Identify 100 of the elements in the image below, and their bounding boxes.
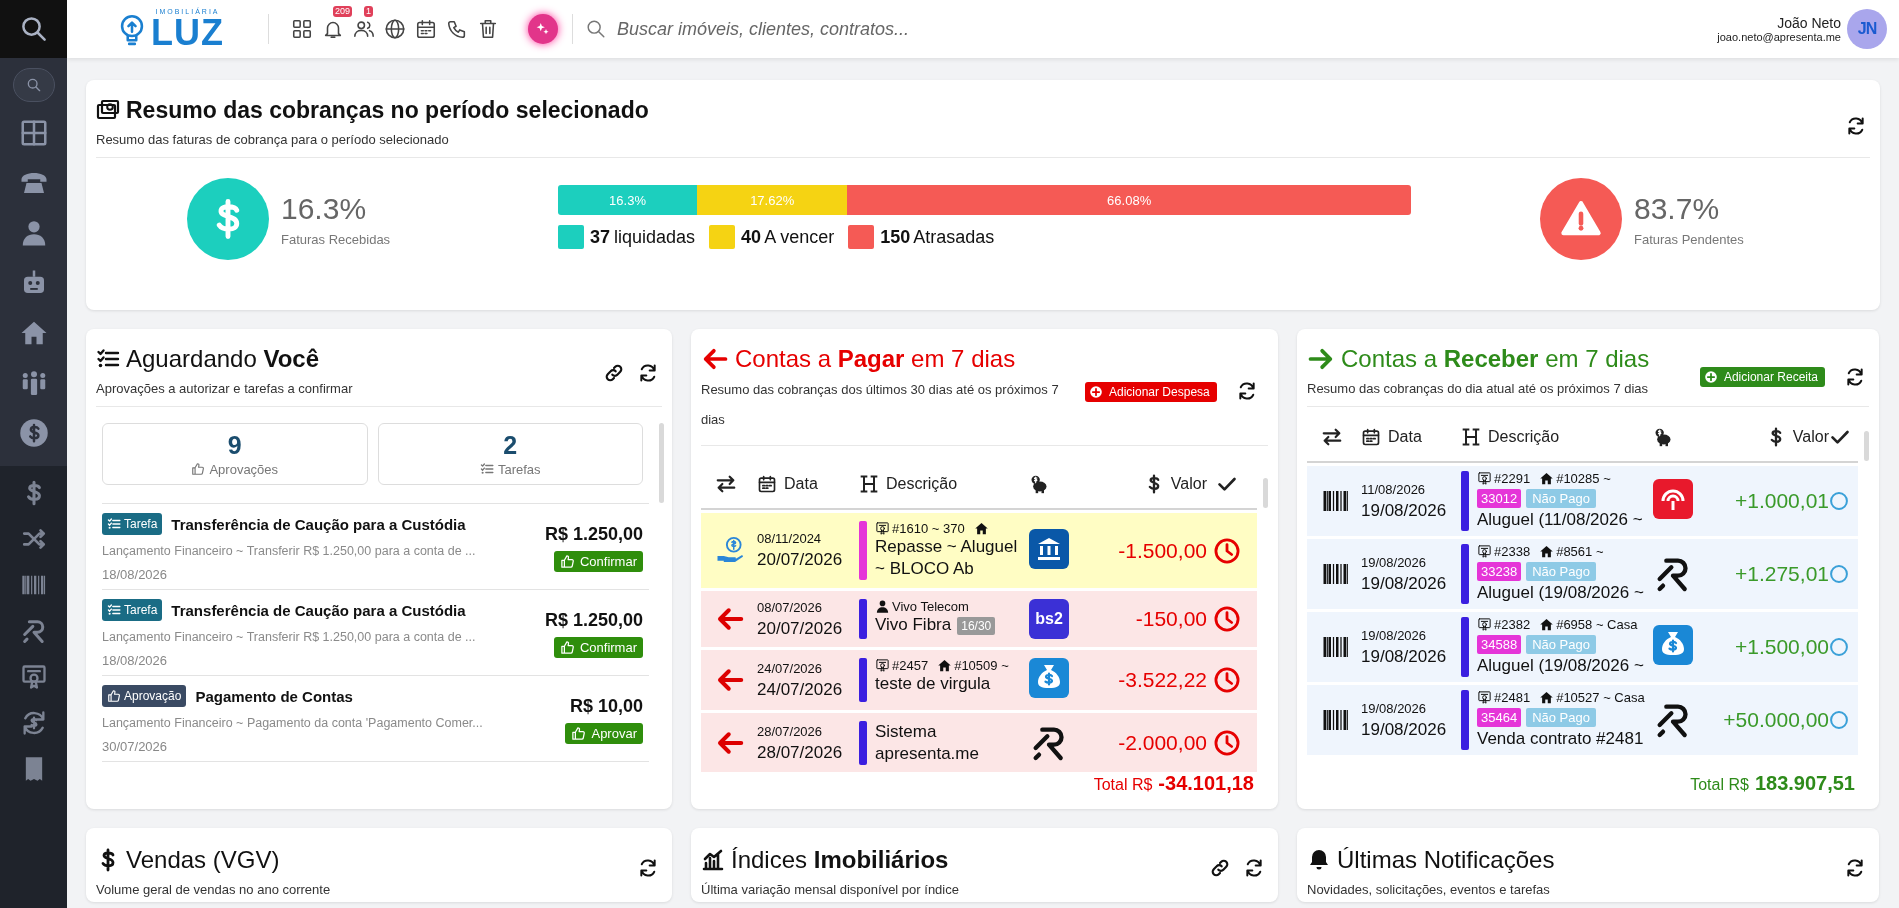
sparkle-button[interactable]: [528, 14, 558, 44]
card-title: Índices Imobiliários: [731, 845, 949, 875]
card-subtitle: Volume geral de vendas no ano corrente: [96, 882, 332, 897]
bar-segment: 17.62%: [697, 185, 848, 215]
home-icon: [1539, 690, 1555, 705]
description: Aluguel (11/08/2026 ~: [1477, 510, 1643, 529]
clock-icon: [1213, 536, 1241, 565]
code-badge: 33012: [1477, 489, 1522, 508]
users-icon: [353, 18, 375, 40]
refresh-button[interactable]: [1244, 858, 1264, 878]
description: Aluguel (19/08/2026 ~: [1477, 583, 1644, 602]
legend-label: 150 Atrasadas: [880, 226, 995, 248]
bank-logo: [1653, 479, 1693, 519]
heading-icon: [859, 474, 879, 494]
confirm-button[interactable]: Confirmar: [553, 636, 643, 658]
link-button[interactable]: [1210, 858, 1230, 878]
contract-icon: [1477, 544, 1492, 559]
stat-label: Aprovações: [209, 461, 279, 477]
due-date: 19/08/2026: [1361, 719, 1448, 740]
thumbs-up-icon: [559, 553, 575, 569]
home-icon: [973, 521, 989, 536]
table-row[interactable]: 19/08/2026 19/08/2026 #2481 #10527 ~ Casa 35464 Não Pago Venda contrato #2481 +50.000,00: [1307, 685, 1858, 755]
item-detail: Lançamento Financeiro ~ Transferir R$ 1.250,00 para a conta de ...: [102, 630, 477, 644]
clock-icon: [1213, 605, 1241, 633]
item-amount: R$ 1.250,00: [544, 523, 643, 545]
total-value: -34.101,18: [1158, 772, 1254, 795]
calendar-icon: [415, 18, 437, 40]
person-icon: [875, 599, 890, 614]
refresh-icon: [1845, 367, 1865, 387]
stat-tile[interactable]: 2 Tarefas: [377, 423, 643, 485]
refresh-button[interactable]: [638, 858, 658, 878]
percent-value: 83.7%: [1634, 191, 1721, 226]
count-badge: 1: [364, 6, 373, 17]
issue-date: 11/08/2026: [1361, 481, 1427, 497]
approve-button[interactable]: Aprovar: [565, 722, 643, 744]
link-button[interactable]: [604, 363, 624, 383]
phone-button[interactable]: [446, 18, 468, 40]
reference-tag: #2481: [1494, 690, 1531, 705]
item-date: 18/08/2026: [102, 567, 169, 582]
amount-value: +50.000,00: [1722, 708, 1829, 732]
reference-tag: #10527 ~ Casa: [1556, 690, 1645, 705]
globe-button[interactable]: [384, 18, 406, 40]
item-amount: R$ 10,00: [569, 695, 643, 717]
issue-date: 08/11/2024: [757, 531, 823, 546]
table-row[interactable]: 19/08/2026 19/08/2026 #2338 #8561 ~ 33238 Não Pago Aluguel (19/08/2026 ~ +1.275,01: [1307, 539, 1858, 609]
item-detail: Lançamento Financeiro ~ Pagamento da conta 'Pagamento Comer...: [102, 716, 484, 730]
stat-tile[interactable]: 9 Aprovações: [102, 423, 368, 485]
users-button[interactable]: [353, 18, 375, 40]
card-subtitle: Resumo das cobranças do dia atual até os próximos 7 dias: [1307, 381, 1650, 396]
scrollbar[interactable]: [1263, 478, 1268, 508]
card-title: Contas a Pagar em 7 dias: [735, 344, 1016, 374]
type-badge: Aprovação: [102, 685, 187, 707]
amount-value: -150,00: [1134, 607, 1207, 631]
amount-value: -1.500,00: [1117, 538, 1207, 563]
home-icon: [1539, 544, 1555, 559]
refresh-button[interactable]: [638, 363, 658, 383]
due-date: 19/08/2026: [1361, 500, 1448, 521]
description: Sistema apresenta.me: [875, 722, 979, 763]
legend-label: 37 liquidadas: [590, 226, 696, 248]
description: Aluguel (19/08/2026 ~: [1477, 656, 1644, 675]
bank-logo: bs2: [1029, 599, 1069, 639]
search-icon: [25, 77, 42, 93]
refresh-button[interactable]: [1845, 367, 1865, 387]
refresh-icon: [1236, 381, 1257, 401]
table-row[interactable]: 11/08/2026 19/08/2026 #2291 #10285 ~ 33012 Não Pago Aluguel (11/08/2026 ~ +1.000,01: [1307, 466, 1858, 536]
refresh-button[interactable]: [1846, 116, 1866, 136]
contract-icon: [875, 658, 890, 673]
stat-count: 9: [227, 431, 242, 458]
refresh-button[interactable]: [1845, 858, 1865, 878]
refresh-button[interactable]: [1236, 381, 1257, 401]
item-title: Pagamento de Contas: [195, 687, 353, 705]
piggy-bank-icon: [1653, 427, 1673, 447]
bar-chart-icon: [701, 848, 725, 872]
trash-button[interactable]: [477, 18, 499, 40]
total-label: Total R$: [1690, 776, 1749, 794]
column-header: Descrição: [886, 475, 958, 493]
table-row[interactable]: 24/07/2026 24/07/2026 #2457 #10509 ~ teste de virgula -3.522,22: [701, 650, 1257, 710]
money-bag-logo: [1653, 625, 1693, 665]
table-row[interactable]: 19/08/2026 19/08/2026 #2382 #6958 ~ Casa 34588 Não Pago Aluguel (19/08/2026 ~ +1.500,00: [1307, 612, 1858, 682]
item-title: Transferência de Caução para a Custódia: [171, 515, 466, 533]
column-header: Valor: [1792, 428, 1829, 446]
reference-tag: #2291: [1494, 471, 1531, 486]
table-row[interactable]: 08/07/2026 20/07/2026 Vivo Telecom Vivo Fibra 16/30 bs2 -150,00: [701, 591, 1257, 647]
apps-button[interactable]: [291, 18, 313, 40]
amount-value: +1.500,00: [1734, 635, 1829, 659]
table-row[interactable]: 28/07/2026 28/07/2026 Sistema apresenta.me -2.000,00: [701, 713, 1257, 772]
add-button[interactable]: Adicionar Receita: [1699, 367, 1825, 387]
issue-date: 19/08/2026: [1361, 700, 1428, 716]
add-button[interactable]: Adicionar Despesa: [1085, 382, 1217, 402]
column-header: Data: [784, 475, 818, 493]
reference-tag: Vivo Telecom: [892, 599, 969, 614]
card-subtitle: Resumo das faturas de cobrança para o período selecionado: [96, 132, 450, 147]
confirm-button[interactable]: Confirmar: [553, 550, 643, 572]
scrollbar[interactable]: [659, 423, 664, 503]
status-badge: Não Pago: [1526, 562, 1596, 581]
calendar-button[interactable]: [415, 18, 437, 40]
description: Repasse ~ Aluguel ~ BLOCO Ab: [875, 537, 1018, 578]
card-title: Aguardando Você: [126, 344, 320, 374]
scrollbar[interactable]: [1864, 431, 1869, 461]
money-bag-logo: [1029, 658, 1069, 698]
